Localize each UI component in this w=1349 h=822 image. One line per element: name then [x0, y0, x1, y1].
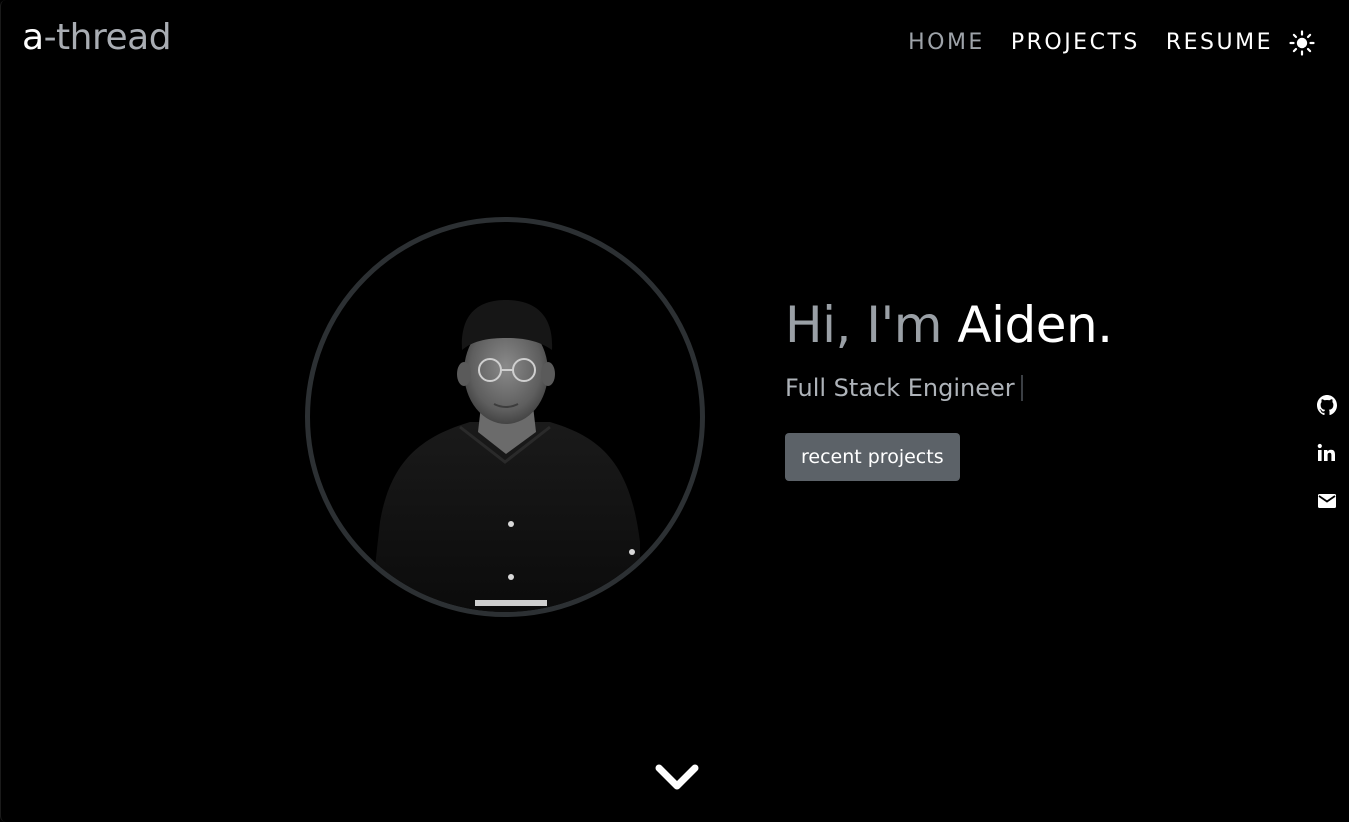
hero-greeting: Hi, I'm	[785, 296, 958, 354]
profile-photo	[305, 217, 705, 617]
nav-resume-link[interactable]: RESUME	[1166, 26, 1273, 60]
top-nav: HOME PROJECTS RESUME	[882, 26, 1315, 60]
chevron-down-icon[interactable]	[653, 758, 701, 796]
hero-role: Full Stack Engineer	[785, 374, 1015, 402]
brand-suffix: -thread	[43, 17, 172, 58]
profile-photo-image	[370, 300, 640, 612]
page: a-thread HOME PROJECTS RESUME Hi, I'm Ai…	[0, 0, 1349, 822]
typing-cursor	[1020, 375, 1023, 401]
nav-projects-link[interactable]: PROJECTS	[1011, 26, 1140, 60]
github-icon[interactable]	[1315, 393, 1339, 417]
nav-home-link[interactable]: HOME	[908, 26, 985, 60]
recent-projects-button[interactable]: recent projects	[785, 433, 960, 481]
hero-name: Aiden.	[957, 296, 1113, 354]
brand-logo[interactable]: a-thread	[22, 14, 172, 62]
linkedin-icon[interactable]	[1315, 441, 1339, 465]
email-icon[interactable]	[1315, 489, 1339, 513]
social-links	[1315, 393, 1339, 537]
brand-prefix: a	[22, 17, 44, 58]
sun-icon[interactable]	[1289, 30, 1315, 56]
hero-heading: Hi, I'm Aiden.	[785, 294, 1113, 356]
hero-role-line: Full Stack Engineer	[785, 372, 1023, 404]
